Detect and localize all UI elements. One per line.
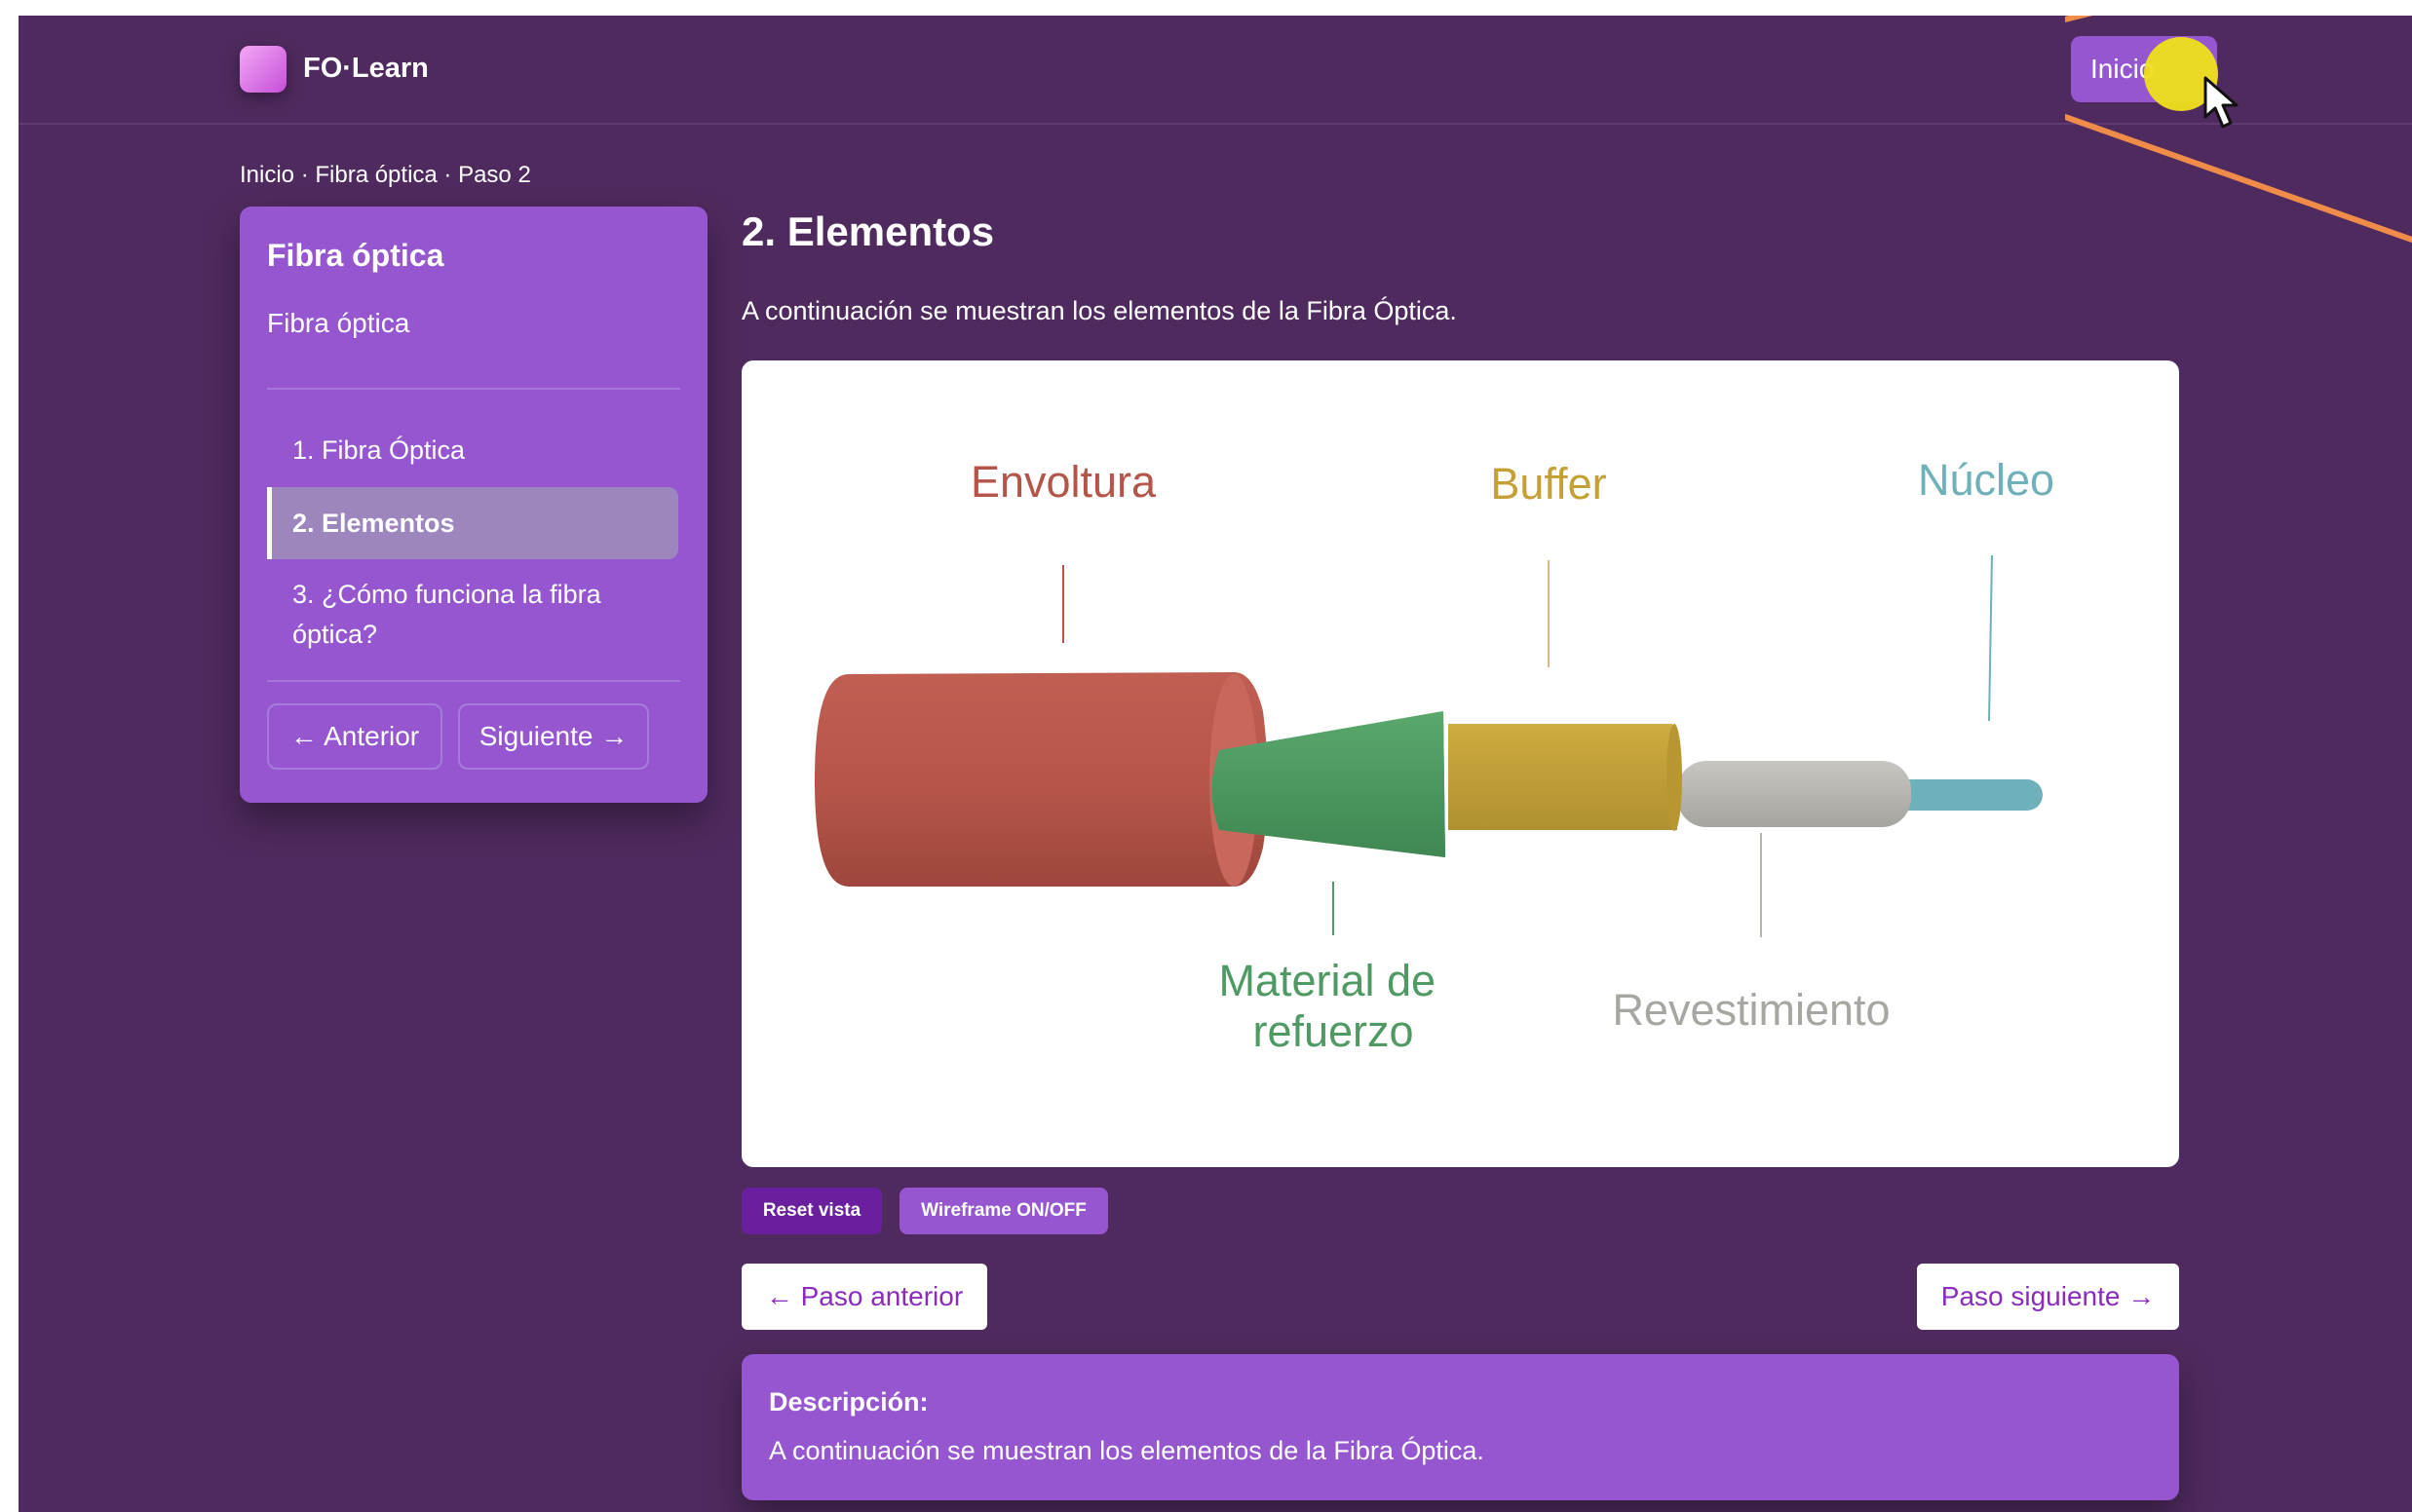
sidebar-divider [267,680,680,682]
label-nucleo: Núcleo [1918,455,2054,505]
description-panel: Descripción: A continuación se muestran … [742,1354,2179,1500]
label-envoltura: Envoltura [971,457,1157,507]
sidebar-next-button[interactable]: Siguiente → [458,703,649,770]
annotation-stroke [2065,16,2412,243]
label-revestimiento: Revestimiento [1612,985,1890,1035]
sidebar: Fibra óptica Fibra óptica 1. Fibra Óptic… [240,207,708,803]
label-material-refuerzo: Material de refuerzo [1218,956,1447,1056]
app-window: FO·Learn Inicio Inicio · Fibra óptica · … [19,16,2412,1512]
buffer-end [1666,724,1682,831]
fiber-3d-viewer[interactable]: Envoltura Buffer Núcleo Material de refu… [742,360,2179,1167]
next-step-button[interactable]: Paso siguiente → [1917,1264,2179,1330]
page-intro: A continuación se muestran los elementos… [742,296,1457,325]
sidebar-item-como-funciona[interactable]: 3. ¿Cómo funciona la fibra óptica? [267,575,678,655]
wireframe-toggle-button[interactable]: Wireframe ON/OFF [900,1188,1108,1234]
core-leader [1988,554,1993,722]
sidebar-divider [267,388,680,390]
sidebar-item-fibra-optica[interactable]: 1. Fibra Óptica [267,431,678,471]
top-bar: FO·Learn Inicio [19,16,2412,125]
buffer-cylinder [1448,724,1681,830]
description-label: Descripción: [769,1387,929,1417]
label-buffer: Buffer [1490,459,1606,509]
jacket-cylinder [815,672,1268,887]
prev-step-button[interactable]: ← Paso anterior [742,1264,987,1330]
breadcrumb: Inicio · Fibra óptica · Paso 2 [240,162,531,188]
reset-view-button[interactable]: Reset vista [742,1188,882,1234]
cladding-cylinder [1677,761,1911,827]
logo-text[interactable]: FO·Learn [303,53,429,85]
fiber-model[interactable]: Envoltura Buffer Núcleo Material de refu… [742,360,2179,1167]
sidebar-item-elementos[interactable]: 2. Elementos [267,487,678,559]
description-text: A continuación se muestran los elementos… [769,1436,1484,1465]
sidebar-subtitle: Fibra óptica [267,308,410,338]
logo-icon [240,46,287,93]
page-title: 2. Elementos [742,208,995,254]
sidebar-title: Fibra óptica [267,238,444,273]
sidebar-prev-button[interactable]: ← Anterior [267,703,442,770]
